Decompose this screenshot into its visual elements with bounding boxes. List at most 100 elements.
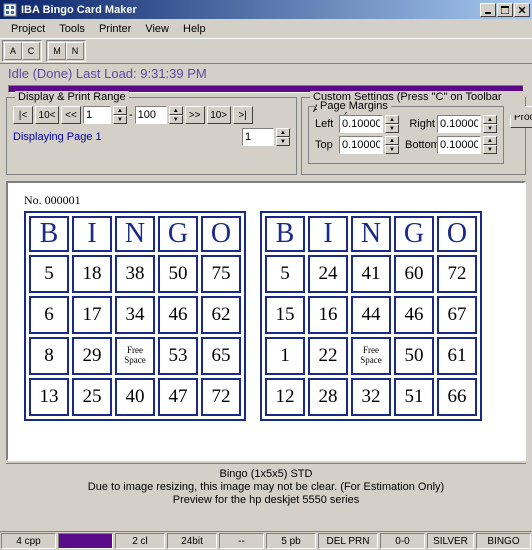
bingo-cell: 72 bbox=[201, 378, 241, 416]
left-margin-spinner[interactable]: ▲▼ bbox=[385, 115, 399, 133]
bingo-cell: 72 bbox=[437, 255, 477, 293]
fwd10-button[interactable]: 10> bbox=[207, 106, 231, 124]
bingo-cell: 6 bbox=[29, 296, 69, 334]
right-margin-spinner[interactable]: ▲▼ bbox=[483, 115, 497, 133]
bingo-header: N bbox=[115, 216, 155, 252]
toolbar-a-button[interactable]: A bbox=[4, 42, 22, 60]
bingo-header: B bbox=[29, 216, 69, 252]
statusbar: 4 cpp 2 cl 24bit -- 5 pb DEL PRN 0-0 SIL… bbox=[0, 531, 532, 550]
bingo-cell: 16 bbox=[308, 296, 348, 334]
status-last-load: Last Load: 9:31:39 PM bbox=[76, 66, 207, 81]
top-label: Top bbox=[315, 139, 337, 151]
bingo-cell: 24 bbox=[308, 255, 348, 293]
bingo-cell: 47 bbox=[158, 378, 198, 416]
bingo-cell: 13 bbox=[29, 378, 69, 416]
bingo-cell: 44 bbox=[351, 296, 391, 334]
maximize-button[interactable] bbox=[497, 3, 513, 17]
top-margin-field[interactable] bbox=[339, 136, 383, 154]
display-range-group: Display & Print Range |< 10< << ▲▼ - ▲▼ … bbox=[6, 97, 297, 175]
status-bingo: BINGO bbox=[476, 533, 531, 549]
status-cpp: 4 cpp bbox=[1, 533, 56, 549]
bingo-cell: 53 bbox=[158, 337, 198, 375]
prev-button[interactable]: << bbox=[61, 106, 81, 124]
bingo-cell: 66 bbox=[437, 378, 477, 416]
bingo-cell: 12 bbox=[265, 378, 305, 416]
bottom-margin-spinner[interactable]: ▲▼ bbox=[483, 136, 497, 154]
display-range-legend: Display & Print Range bbox=[15, 91, 129, 103]
bingo-cell: 5 bbox=[265, 255, 305, 293]
menu-view[interactable]: View bbox=[138, 21, 176, 37]
bingo-cell: 1 bbox=[265, 337, 305, 375]
bingo-cell: 18 bbox=[72, 255, 112, 293]
status-cl: 2 cl bbox=[115, 533, 165, 549]
menu-help[interactable]: Help bbox=[176, 21, 213, 37]
bingo-cell: 46 bbox=[158, 296, 198, 334]
status-silver: SILVER bbox=[427, 533, 474, 549]
footer-line3: Preview for the hp deskjet 5550 series bbox=[12, 494, 520, 506]
bingo-header: O bbox=[201, 216, 241, 252]
bingo-cell: 34 bbox=[115, 296, 155, 334]
to-spinner[interactable]: ▲▼ bbox=[169, 106, 183, 124]
bingo-cell: 40 bbox=[115, 378, 155, 416]
bingo-cell: Free Space bbox=[115, 337, 155, 375]
footer-line2: Due to image resizing, this image may no… bbox=[12, 481, 520, 493]
card-number: No. 000001 bbox=[24, 193, 508, 208]
footer-text: Bingo (1x5x5) STD Due to image resizing,… bbox=[6, 463, 526, 513]
bingo-cell: 22 bbox=[308, 337, 348, 375]
status-idle: Idle (Done) bbox=[8, 66, 76, 81]
bingo-cell: 8 bbox=[29, 337, 69, 375]
bingo-cell: 32 bbox=[351, 378, 391, 416]
back10-button[interactable]: 10< bbox=[35, 106, 59, 124]
bingo-header: G bbox=[158, 216, 198, 252]
left-label: Left bbox=[315, 118, 337, 130]
bingo-header: B bbox=[265, 216, 305, 252]
status-line: Idle (Done) Last Load: 9:31:39 PM bbox=[0, 64, 532, 85]
status-range: 0-0 bbox=[380, 533, 425, 549]
bingo-cell: 25 bbox=[72, 378, 112, 416]
page-spinner[interactable]: ▲▼ bbox=[276, 128, 290, 146]
toolbar-m-button[interactable]: M bbox=[48, 42, 66, 60]
bingo-cell: 5 bbox=[29, 255, 69, 293]
menubar: Project Tools Printer View Help bbox=[0, 19, 532, 38]
bingo-cell: 50 bbox=[394, 337, 434, 375]
custom-settings-group: Custom Settings (Press "C" on Toolbar Ab… bbox=[301, 97, 526, 175]
bottom-label: Bottom bbox=[405, 139, 435, 151]
from-field[interactable] bbox=[83, 106, 111, 124]
preview-area: No. 000001 BINGO518385075617344662829Fre… bbox=[6, 181, 526, 461]
toolbar-c-button[interactable]: C bbox=[22, 42, 40, 60]
bingo-cell: Free Space bbox=[351, 337, 391, 375]
next-button[interactable]: >> bbox=[185, 106, 205, 124]
bingo-cell: 38 bbox=[115, 255, 155, 293]
bingo-cell: 17 bbox=[72, 296, 112, 334]
bingo-cell: 15 bbox=[265, 296, 305, 334]
displaying-page: Displaying Page 1 bbox=[13, 131, 102, 143]
bingo-cell: 41 bbox=[351, 255, 391, 293]
margins-legend: Page Margins bbox=[317, 100, 391, 112]
bingo-header: I bbox=[308, 216, 348, 252]
bingo-header: I bbox=[72, 216, 112, 252]
to-field[interactable] bbox=[135, 106, 167, 124]
status-color bbox=[58, 533, 113, 549]
status-pb: 5 pb bbox=[266, 533, 316, 549]
bottom-margin-field[interactable] bbox=[437, 136, 481, 154]
menu-tools[interactable]: Tools bbox=[52, 21, 92, 37]
page-field[interactable] bbox=[242, 128, 274, 146]
from-spinner[interactable]: ▲▼ bbox=[113, 106, 127, 124]
bingo-cell: 75 bbox=[201, 255, 241, 293]
last-button[interactable]: >| bbox=[233, 106, 253, 124]
top-margin-spinner[interactable]: ▲▼ bbox=[385, 136, 399, 154]
left-margin-field[interactable] bbox=[339, 115, 383, 133]
bingo-header: N bbox=[351, 216, 391, 252]
menu-project[interactable]: Project bbox=[4, 21, 52, 37]
app-icon bbox=[2, 2, 18, 18]
menu-printer[interactable]: Printer bbox=[92, 21, 138, 37]
window-title: IBA Bingo Card Maker bbox=[21, 4, 480, 16]
first-button[interactable]: |< bbox=[13, 106, 33, 124]
right-label: Right bbox=[405, 118, 435, 130]
toolbar-n-button[interactable]: N bbox=[66, 42, 84, 60]
toolbar: A C M N bbox=[0, 38, 532, 64]
right-margin-field[interactable] bbox=[437, 115, 481, 133]
close-button[interactable] bbox=[514, 3, 530, 17]
bingo-cell: 65 bbox=[201, 337, 241, 375]
minimize-button[interactable] bbox=[480, 3, 496, 17]
